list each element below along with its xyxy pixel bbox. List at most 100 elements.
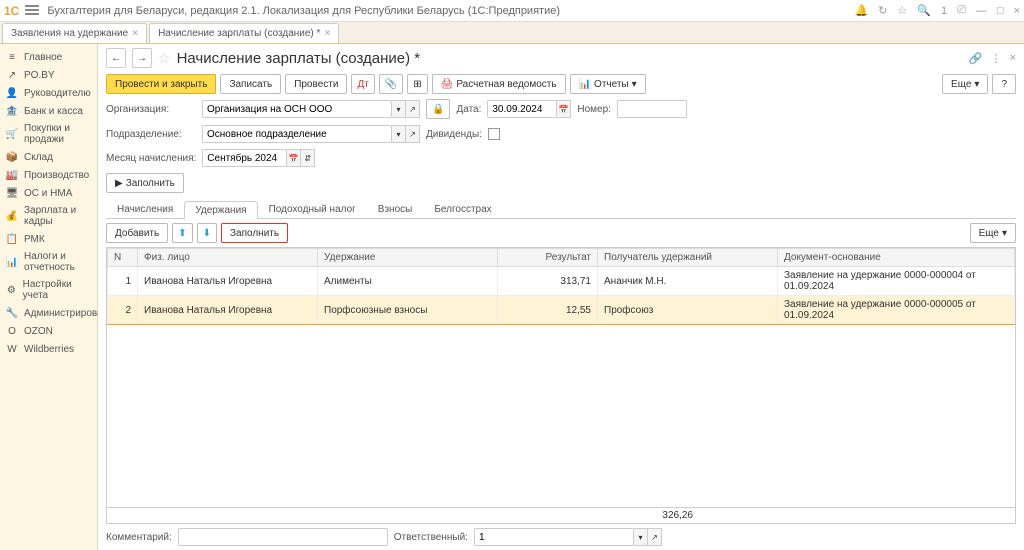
inner-tab[interactable]: Удержания — [184, 201, 257, 219]
tab-requests[interactable]: Заявления на удержание × — [2, 23, 147, 43]
attach-button[interactable]: 📎 — [379, 74, 403, 94]
sidebar-label: ОС и НМА — [24, 188, 72, 199]
titlebar: 1С Бухгалтерия для Беларуси, редакция 2.… — [0, 0, 1024, 22]
reports-button[interactable]: 📊Отчеты▾ — [570, 74, 646, 94]
table-footer: 326,26 — [107, 507, 1015, 523]
more-icon[interactable]: ⋮ — [991, 52, 1002, 65]
close-icon[interactable]: × — [1014, 5, 1020, 17]
sidebar-item[interactable]: 🔧Администрирование — [0, 304, 97, 322]
fill-sub-button[interactable]: Заполнить — [221, 223, 288, 243]
sidebar-icon: ⚙ — [6, 284, 17, 296]
sidebar-icon: ≡ — [6, 51, 18, 63]
link-icon[interactable]: 🔗 — [969, 52, 983, 65]
document-title: Начисление зарплаты (создание) * — [177, 50, 421, 67]
month-input[interactable] — [202, 149, 287, 167]
minimize-icon[interactable]: — — [976, 5, 987, 17]
table-header[interactable]: Результат — [498, 249, 598, 267]
table-cell: Алименты — [318, 267, 498, 296]
dt-kt-button[interactable]: Дт — [351, 74, 374, 94]
search-icon[interactable]: 🔍 — [917, 4, 931, 17]
total-sum: 326,26 — [599, 510, 699, 521]
subdiv-input[interactable] — [202, 125, 392, 143]
open-icon[interactable]: ↗ — [406, 100, 420, 118]
table-header[interactable]: Получатель удержаний — [598, 249, 778, 267]
favorite-star-icon[interactable]: ☆ — [158, 50, 171, 67]
nav-forward-button[interactable]: → — [132, 48, 152, 68]
more-sub-button[interactable]: Еще ▾ — [970, 223, 1016, 243]
sidebar-icon: ↗ — [6, 69, 18, 81]
fill-main-button[interactable]: ▶ Заполнить — [106, 173, 184, 193]
sidebar-icon: 🏭 — [6, 169, 18, 181]
table-row[interactable]: 1Иванова Наталья ИгоревнаАлименты313,71А… — [108, 267, 1015, 296]
comment-input[interactable] — [178, 528, 388, 546]
sidebar-item[interactable]: 👤Руководителю — [0, 84, 97, 102]
sidebar-item[interactable]: 🏭Производство — [0, 166, 97, 184]
inner-tab[interactable]: Белгосстрах — [423, 200, 502, 218]
sidebar-label: Банк и касса — [24, 106, 83, 117]
inner-tab[interactable]: Взносы — [367, 200, 424, 218]
save-button[interactable]: Записать — [220, 74, 281, 94]
structure-button[interactable]: ⊞ — [407, 74, 427, 94]
close-doc-icon[interactable]: × — [1010, 52, 1016, 65]
table-header[interactable]: Документ-основание — [778, 249, 1015, 267]
date-input[interactable] — [487, 100, 557, 118]
move-down-button[interactable]: ⬇ — [197, 223, 217, 243]
sidebar-label: Руководителю — [24, 88, 91, 99]
dropdown-icon[interactable]: ▾ — [392, 125, 406, 143]
sidebar-label: PO.BY — [24, 70, 55, 81]
sidebar-label: OZON — [24, 326, 53, 337]
lock-button[interactable]: 🔒 — [426, 99, 450, 119]
menu-icon[interactable] — [25, 5, 39, 17]
sidebar-item[interactable]: 📋РМК — [0, 230, 97, 248]
sidebar-item[interactable]: 🖥ОС и НМА — [0, 184, 97, 202]
tab-payroll-create[interactable]: Начисление зарплаты (создание) * × — [149, 23, 339, 43]
filter-icon[interactable]: ⎚ — [957, 4, 966, 17]
sidebar-item[interactable]: 🛒Покупки и продажи — [0, 120, 97, 148]
inner-tab[interactable]: Подоходный налог — [258, 200, 367, 218]
nav-back-button[interactable]: ← — [106, 48, 126, 68]
sidebar-item[interactable]: WWildberries — [0, 340, 97, 358]
calendar-icon[interactable]: 📅 — [287, 149, 301, 167]
inner-tab[interactable]: Начисления — [106, 200, 184, 218]
post-button[interactable]: Провести — [285, 74, 347, 94]
open-icon[interactable]: ↗ — [648, 528, 662, 546]
sidebar-item[interactable]: 📊Налоги и отчетность — [0, 248, 97, 276]
close-icon[interactable]: × — [132, 28, 138, 39]
table-header[interactable]: N — [108, 249, 138, 267]
table-header[interactable]: Удержание — [318, 249, 498, 267]
open-icon[interactable]: ↗ — [406, 125, 420, 143]
dropdown-icon[interactable]: ▾ — [634, 528, 648, 546]
dividends-checkbox[interactable] — [488, 128, 500, 140]
org-input[interactable] — [202, 100, 392, 118]
close-icon[interactable]: × — [324, 28, 330, 39]
dropdown-icon[interactable]: ▾ — [392, 100, 406, 118]
sidebar-item[interactable]: ⚙Настройки учета — [0, 276, 97, 304]
sidebar-item[interactable]: ≡Главное — [0, 48, 97, 66]
sidebar-item[interactable]: 📦Склад — [0, 148, 97, 166]
post-and-close-button[interactable]: Провести и закрыть — [106, 74, 216, 94]
sidebar-item[interactable]: 💰Зарплата и кадры — [0, 202, 97, 230]
label: Заполнить — [126, 178, 175, 189]
sidebar-icon: 📋 — [6, 233, 18, 245]
sidebar-item[interactable]: 🏦Банк и касса — [0, 102, 97, 120]
add-button[interactable]: Добавить — [106, 223, 168, 243]
help-button[interactable]: ? — [992, 74, 1016, 94]
table-header[interactable]: Физ. лицо — [138, 249, 318, 267]
number-input[interactable] — [617, 100, 687, 118]
table-cell: 313,71 — [498, 267, 598, 296]
sidebar-item[interactable]: ↗ PO.BY — [0, 66, 97, 84]
maximize-icon[interactable]: □ — [997, 5, 1004, 17]
star-icon[interactable]: ☆ — [897, 4, 907, 17]
calendar-icon[interactable]: 📅 — [557, 100, 571, 118]
move-up-button[interactable]: ⬆ — [172, 223, 192, 243]
table-row[interactable]: 2Иванова Наталья ИгоревнаПорфсоюзные взн… — [108, 296, 1015, 325]
logo-1c: 1С — [4, 4, 19, 18]
more-button[interactable]: Еще ▾ — [942, 74, 988, 94]
history-icon[interactable]: ↻ — [878, 4, 887, 17]
sidebar-icon: W — [6, 343, 18, 355]
sidebar-item[interactable]: OOZON — [0, 322, 97, 340]
payroll-sheet-button[interactable]: 🖨Расчетная ведомость — [432, 74, 566, 94]
responsible-input[interactable] — [474, 528, 634, 546]
bell-icon[interactable]: 🔔 — [854, 4, 868, 17]
spinner-icon[interactable]: ⇵ — [301, 149, 315, 167]
